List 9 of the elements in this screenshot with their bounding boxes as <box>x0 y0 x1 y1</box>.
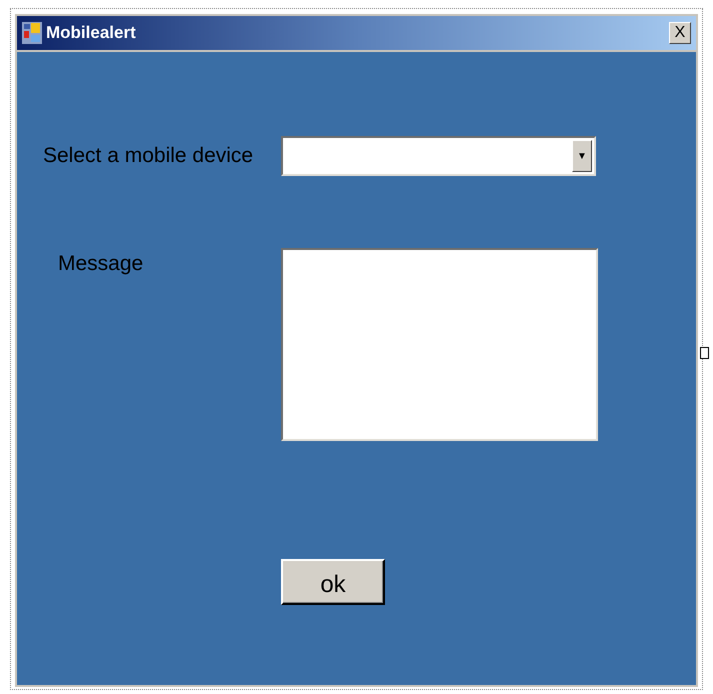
field-label: Select a mobile device <box>43 144 254 168</box>
close-button[interactable]: X <box>669 22 691 44</box>
device-dropdown[interactable]: ▼ <box>281 136 596 176</box>
field-label: Message <box>57 252 144 276</box>
ok-button[interactable]: ok <box>281 559 385 605</box>
message-field[interactable] <box>281 248 598 441</box>
app-icon <box>22 22 42 44</box>
window-title: Mobilealert <box>46 23 137 43</box>
resize-handle[interactable] <box>700 347 709 359</box>
